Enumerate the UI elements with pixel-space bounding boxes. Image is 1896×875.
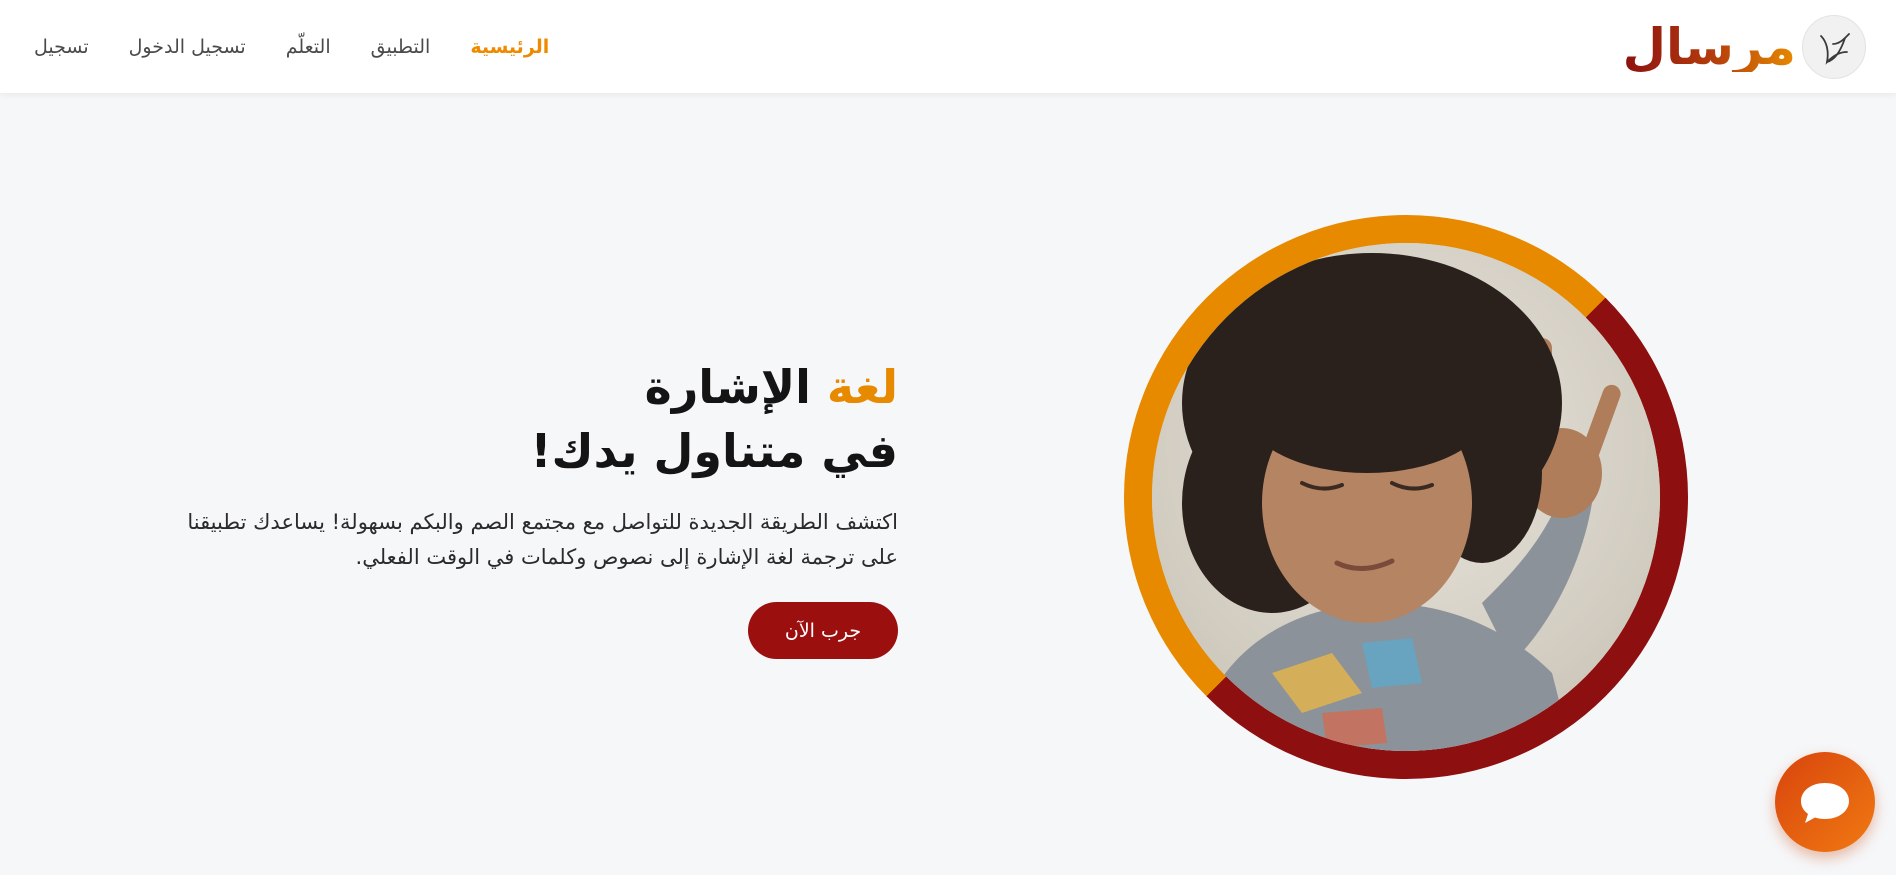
nav-register[interactable]: تسجيل: [34, 36, 89, 58]
hero-title: لغة الإشارة في متناول يدك!: [138, 355, 898, 483]
nav-learning[interactable]: التعلّم: [286, 36, 331, 58]
try-now-button[interactable]: جرب الآن: [748, 602, 898, 659]
main-nav: الرئيسية التطبيق التعلّم تسجيل الدخول تس…: [34, 36, 549, 58]
chat-button[interactable]: [1775, 752, 1875, 852]
hero-description: اكتشف الطريقة الجديدة للتواصل مع مجتمع ا…: [138, 505, 898, 575]
hero-title-line2: في متناول يدك!: [530, 424, 898, 478]
hero-description-line2: على ترجمة لغة الإشارة إلى نصوص وكلمات في…: [355, 545, 898, 569]
brand-name: مرسال: [1622, 17, 1796, 76]
nav-login[interactable]: تسجيل الدخول: [129, 36, 246, 58]
nav-app[interactable]: التطبيق: [371, 36, 431, 58]
hero-title-rest: الإشارة: [644, 360, 827, 414]
chat-bubble-icon: [1801, 783, 1849, 823]
top-navbar: مرسال الرئيسية التطبيق التعلّم تسجيل الد…: [0, 0, 1896, 93]
dove-icon: [1802, 14, 1866, 79]
hero-section: لغة الإشارة في متناول يدك! اكتشف الطريقة…: [138, 355, 898, 659]
brand-logo[interactable]: مرسال: [1622, 14, 1866, 79]
hero-title-accent: لغة: [826, 360, 898, 414]
hero-description-line1: اكتشف الطريقة الجديدة للتواصل مع مجتمع ا…: [187, 510, 898, 534]
child-signing-photo: [1152, 243, 1660, 751]
nav-home[interactable]: الرئيسية: [470, 36, 549, 58]
